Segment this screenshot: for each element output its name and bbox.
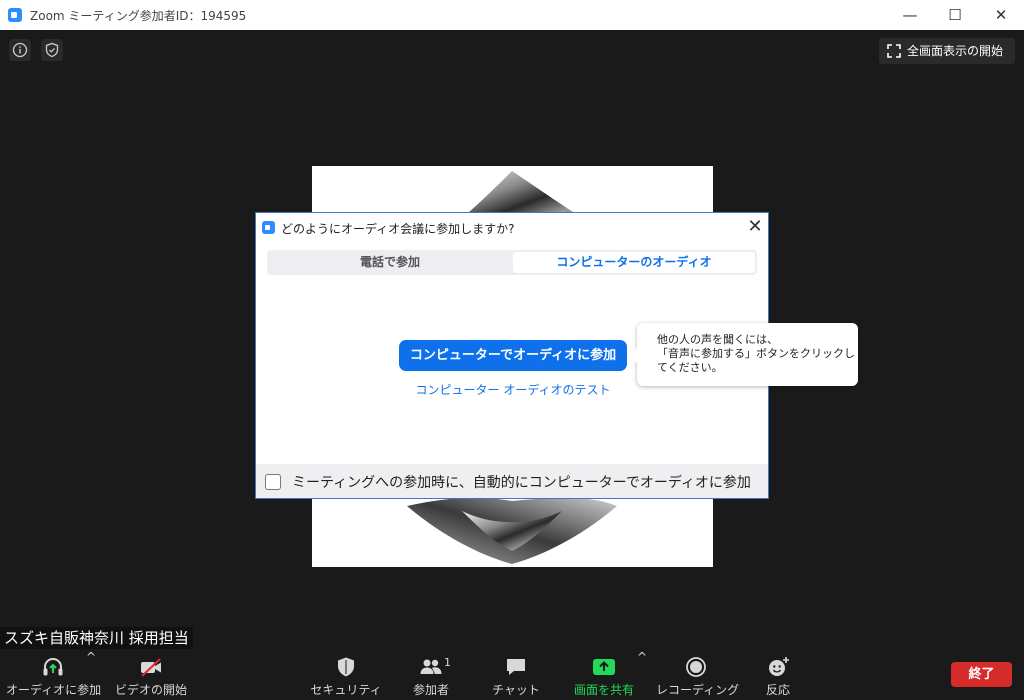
participant-count: 1: [444, 656, 451, 669]
dialog-close-button[interactable]: ✕: [744, 216, 766, 238]
meeting-info-button[interactable]: [9, 39, 31, 61]
window-title: Zoom ミーティング参加者ID：194595: [30, 9, 247, 23]
chat-icon: [507, 659, 525, 675]
headphones-icon: [43, 657, 63, 676]
audio-tabs: 電話で参加 コンピューターのオーディオ: [267, 250, 757, 275]
share-screen-icon: [593, 659, 615, 675]
shield-icon: [338, 657, 354, 677]
chat-label: チャット: [492, 683, 540, 697]
encryption-button[interactable]: [41, 39, 63, 61]
tooltip-line-2: 「音声に参加する」ボタンをクリックし: [657, 347, 855, 360]
recording-label: レコーディング: [656, 683, 740, 697]
participant-name-tag: スズキ自販神奈川 採用担当: [0, 627, 193, 649]
title-bar: Zoom ミーティング参加者ID：194595 — ☐ ✕: [0, 0, 1024, 30]
tab-phone[interactable]: 電話で参加: [269, 252, 511, 273]
end-meeting-button[interactable]: 終了: [951, 662, 1012, 687]
security-button[interactable]: セキュリティ: [310, 650, 382, 700]
tab-computer-audio[interactable]: コンピューターのオーディオ: [513, 252, 755, 273]
audio-options-caret[interactable]: ^: [86, 650, 96, 700]
meeting-toolbar: オーディオに参加 ^ ビデオの開始 セキュリティ 1 参加者 チャット 画面を共…: [0, 650, 1024, 700]
participants-button[interactable]: 1 参加者: [396, 650, 466, 700]
fullscreen-button[interactable]: 全画面表示の開始: [879, 38, 1015, 64]
record-icon: [686, 657, 706, 677]
fullscreen-label: 全画面表示の開始: [907, 44, 1004, 58]
audio-hint-tooltip: 他の人の声を聞くには、 「音声に参加する」ボタンをクリックし てください。: [629, 323, 858, 386]
close-window-button[interactable]: ✕: [978, 0, 1024, 30]
tooltip-text: 他の人の声を聞くには、 「音声に参加する」ボタンをクリックし てください。: [657, 333, 855, 375]
shield-icon: [45, 42, 59, 58]
auto-join-checkbox[interactable]: [265, 474, 281, 490]
start-video-label: ビデオの開始: [114, 683, 187, 697]
dialog-title: どのようにオーディオ会議に参加しますか?: [281, 222, 515, 236]
reactions-label: 反応: [765, 683, 790, 697]
tooltip-line-3: てください。: [657, 361, 723, 374]
video-off-icon: [141, 658, 161, 677]
share-screen-label: 画面を共有: [573, 683, 634, 697]
share-options-caret[interactable]: ^: [637, 650, 647, 700]
dialog-footer: ミーティングへの参加時に、自動的にコンピューターでオーディオに参加: [256, 464, 768, 498]
reaction-icon: [769, 657, 789, 676]
tooltip-line-1: 他の人の声を聞くには、: [657, 333, 778, 346]
chat-button[interactable]: チャット: [486, 650, 546, 700]
zoom-dialog-icon: [262, 221, 275, 234]
zoom-app-icon: [8, 8, 22, 22]
fullscreen-icon: [887, 44, 901, 58]
minimize-button[interactable]: —: [887, 0, 933, 30]
reactions-button[interactable]: 反応: [754, 650, 802, 700]
info-icon: [12, 42, 28, 58]
start-video-button[interactable]: ビデオの開始: [110, 650, 192, 700]
share-screen-button[interactable]: 画面を共有: [566, 650, 642, 700]
recording-button[interactable]: レコーディング: [656, 650, 740, 700]
participants-label: 参加者: [412, 683, 449, 697]
auto-join-label[interactable]: ミーティングへの参加時に、自動的にコンピューターでオーディオに参加: [292, 472, 751, 492]
participants-icon: [420, 659, 442, 674]
maximize-button[interactable]: ☐: [932, 0, 978, 30]
join-computer-audio-button[interactable]: コンピューターでオーディオに参加: [399, 340, 627, 371]
security-label: セキュリティ: [310, 683, 382, 697]
